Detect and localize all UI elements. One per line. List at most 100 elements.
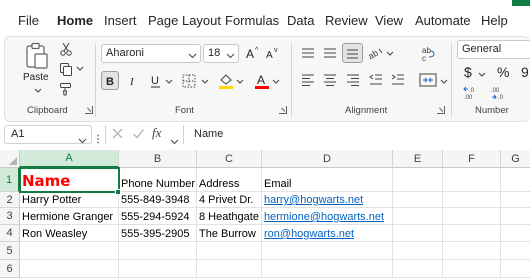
tab-insert[interactable]: Insert xyxy=(104,13,137,28)
underline-icon[interactable]: U xyxy=(148,72,164,89)
cut-icon[interactable] xyxy=(57,41,75,57)
cell-b4[interactable]: 555-395-2905 xyxy=(119,225,197,242)
cell-c2[interactable]: 4 Privet Dr. xyxy=(197,192,262,208)
cell-d4[interactable]: ron@hogwarts.net xyxy=(262,225,393,242)
cell-g6[interactable] xyxy=(501,260,530,278)
merge-center-icon[interactable] xyxy=(417,71,439,89)
cell-e5[interactable] xyxy=(393,242,443,260)
column-header-b[interactable]: B xyxy=(119,150,197,168)
format-painter-icon[interactable] xyxy=(57,81,75,97)
number-format-dropdown[interactable]: General xyxy=(457,40,530,59)
fx-chevron-icon[interactable] xyxy=(170,132,179,150)
cell-g4[interactable] xyxy=(501,225,530,242)
cell-g2[interactable] xyxy=(501,192,530,208)
font-color-chevron-icon[interactable] xyxy=(271,77,280,85)
clipboard-launcher-icon[interactable] xyxy=(85,106,93,114)
cell-a2[interactable]: Harry Potter xyxy=(20,192,119,208)
cell-b5[interactable] xyxy=(119,242,197,260)
tab-formulas[interactable]: Formulas xyxy=(225,13,279,28)
cancel-icon[interactable] xyxy=(111,127,124,145)
more-options-icon[interactable] xyxy=(96,131,100,149)
decrease-indent-icon[interactable] xyxy=(367,72,385,88)
percent-style-icon[interactable]: % xyxy=(495,63,511,81)
increase-indent-icon[interactable] xyxy=(389,72,407,88)
cell-c4[interactable]: The Burrow xyxy=(197,225,262,242)
select-all-button[interactable] xyxy=(0,150,20,168)
cell-a6[interactable] xyxy=(20,260,119,278)
orientation-chevron-icon[interactable] xyxy=(385,49,394,57)
copy-chevron-icon[interactable] xyxy=(75,63,85,73)
cell-e1[interactable] xyxy=(393,168,443,192)
cell-g1[interactable] xyxy=(501,168,530,192)
copy-icon[interactable] xyxy=(57,61,75,77)
orientation-icon[interactable]: ab xyxy=(367,45,385,61)
tab-review[interactable]: Review xyxy=(325,13,368,28)
cell-c6[interactable] xyxy=(197,260,262,278)
tab-view[interactable]: View xyxy=(375,13,403,28)
row-header-4[interactable]: 4 xyxy=(0,225,20,242)
cell-e6[interactable] xyxy=(393,260,443,278)
cell-c5[interactable] xyxy=(197,242,262,260)
italic-icon[interactable]: I xyxy=(125,72,141,89)
row-header-5[interactable]: 5 xyxy=(0,242,20,260)
paste-label[interactable]: Paste xyxy=(23,72,49,83)
font-color-icon[interactable]: A xyxy=(253,71,271,90)
increase-font-size-icon[interactable]: A ^ xyxy=(245,45,261,61)
cell-f5[interactable] xyxy=(443,242,501,260)
borders-icon[interactable] xyxy=(180,72,198,89)
accounting-format-icon[interactable]: $ xyxy=(461,63,477,81)
comma-style-icon[interactable]: 9 xyxy=(519,63,530,81)
align-middle-icon[interactable] xyxy=(321,45,339,61)
cell-b1[interactable]: Phone Number xyxy=(119,168,197,192)
underline-chevron-icon[interactable] xyxy=(164,77,173,85)
cell-b6[interactable] xyxy=(119,260,197,278)
cell-b2[interactable]: 555-849-3948 xyxy=(119,192,197,208)
cell-f3[interactable] xyxy=(443,208,501,225)
cell-g5[interactable] xyxy=(501,242,530,260)
tab-automate[interactable]: Automate xyxy=(415,13,471,28)
cell-e4[interactable] xyxy=(393,225,443,242)
tab-page-layout[interactable]: Page Layout xyxy=(148,13,221,28)
cell-e3[interactable] xyxy=(393,208,443,225)
cell-d3[interactable]: hermione@hogwarts.net xyxy=(262,208,393,225)
cell-c3[interactable]: 8 Heathgate xyxy=(197,208,262,225)
align-center-icon[interactable] xyxy=(321,72,339,88)
fill-color-icon[interactable] xyxy=(217,71,235,90)
align-left-icon[interactable] xyxy=(299,72,317,88)
bold-button[interactable]: B xyxy=(101,71,119,90)
increase-decimal-icon[interactable]: .0.00 xyxy=(461,85,481,101)
fill-color-chevron-icon[interactable] xyxy=(235,77,244,85)
cell-e2[interactable] xyxy=(393,192,443,208)
paste-icon[interactable] xyxy=(19,41,55,71)
cell-f2[interactable] xyxy=(443,192,501,208)
tab-file[interactable]: File xyxy=(18,13,39,28)
paste-chevron-icon[interactable] xyxy=(33,86,43,94)
column-header-e[interactable]: E xyxy=(393,150,443,168)
formula-input[interactable]: Name xyxy=(183,125,530,144)
column-header-a[interactable]: A xyxy=(20,150,119,168)
accounting-chevron-icon[interactable] xyxy=(477,70,486,78)
name-box[interactable]: A1 xyxy=(4,125,92,144)
align-top-icon[interactable] xyxy=(299,45,317,61)
row-header-1[interactable]: 1 xyxy=(0,168,20,192)
column-header-c[interactable]: C xyxy=(197,150,262,168)
cell-b3[interactable]: 555-294-5924 xyxy=(119,208,197,225)
font-launcher-icon[interactable] xyxy=(279,106,287,114)
font-name-dropdown[interactable]: Aharoni xyxy=(101,44,201,63)
row-header-2[interactable]: 2 xyxy=(0,192,20,208)
cell-a4[interactable]: Ron Weasley xyxy=(20,225,119,242)
cell-a5[interactable] xyxy=(20,242,119,260)
cell-f4[interactable] xyxy=(443,225,501,242)
font-size-dropdown[interactable]: 18 xyxy=(203,44,239,63)
align-bottom-button[interactable] xyxy=(342,43,363,63)
row-header-3[interactable]: 3 xyxy=(0,208,20,225)
merge-chevron-icon[interactable] xyxy=(439,77,448,85)
column-header-g[interactable]: G xyxy=(501,150,530,168)
tab-data[interactable]: Data xyxy=(287,13,314,28)
borders-chevron-icon[interactable] xyxy=(200,77,209,85)
column-header-d[interactable]: D xyxy=(262,150,393,168)
cell-d6[interactable] xyxy=(262,260,393,278)
insert-function-icon[interactable]: fx xyxy=(152,125,161,141)
tab-home[interactable]: Home xyxy=(57,13,93,28)
decrease-font-size-icon[interactable]: Av xyxy=(264,45,280,61)
